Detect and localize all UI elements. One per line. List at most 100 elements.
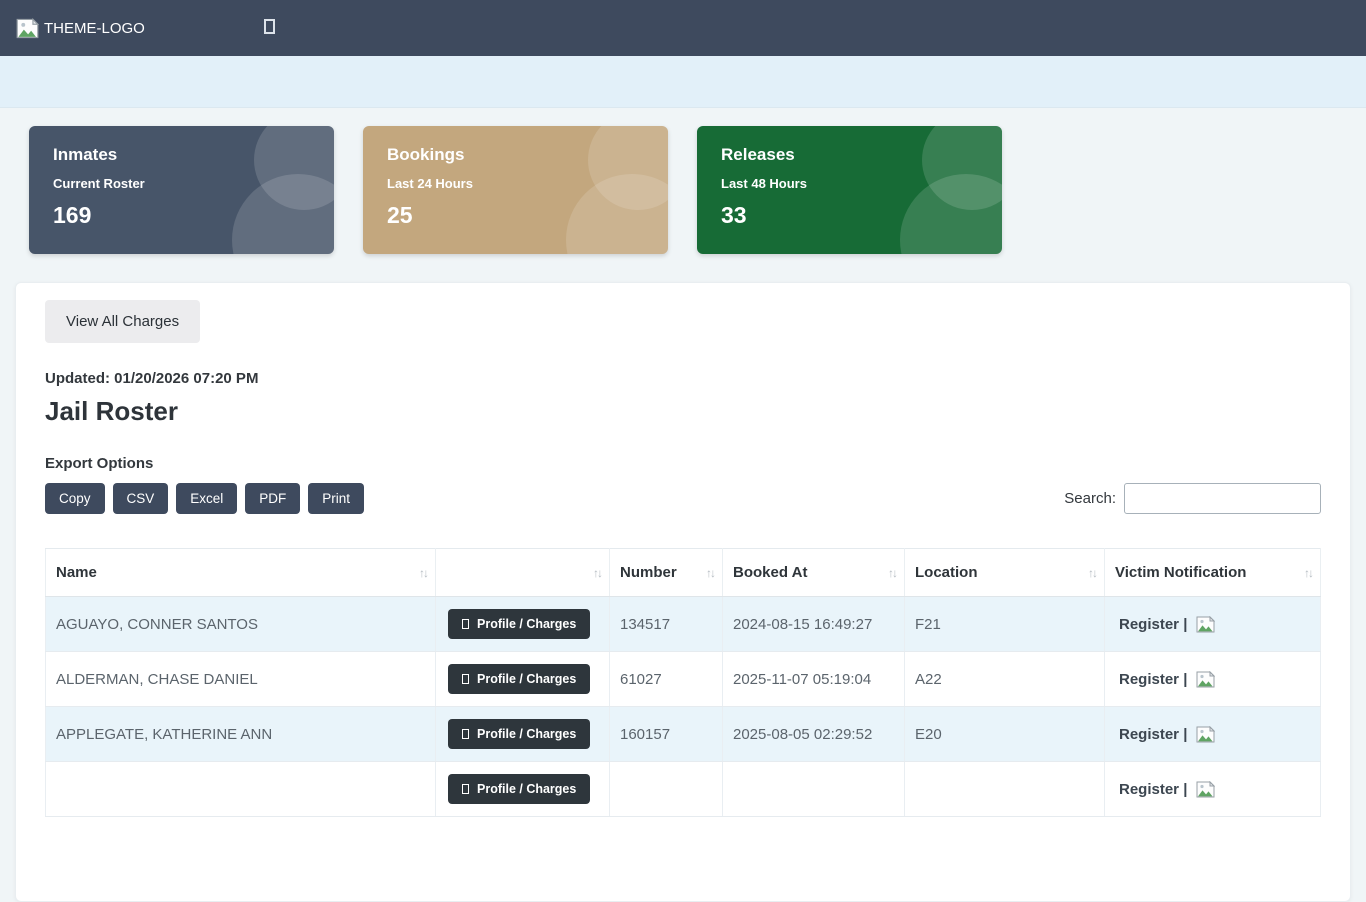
column-header-actions[interactable]: ↑↓ [435,548,610,597]
broken-image-icon [16,17,39,38]
table-row: APPLEGATE, KATHERINE ANN Profile / Charg… [45,706,1321,762]
profile-charges-button[interactable]: Profile / Charges [448,609,591,639]
broken-image-icon [1196,780,1216,797]
table-row: Profile / Charges Register | [45,761,1321,817]
stat-card-inmates: Inmates Current Roster 169 [29,126,334,254]
victim-notification-cell: Register | [1104,761,1321,817]
register-label: Register | [1119,780,1188,798]
missing-glyph-icon [462,674,469,684]
table-header-row: Name ↑↓ ↑↓ Number ↑↓ Booked At ↑↓ Location ↑… [45,548,1321,597]
sort-icon[interactable]: ↑↓ [1304,566,1314,580]
stat-card-bookings: Bookings Last 24 Hours 25 [363,126,668,254]
location-cell: A22 [904,651,1105,707]
inmate-number: 61027 [620,670,662,688]
profile-charges-button[interactable]: Profile / Charges [448,664,591,694]
sort-icon[interactable]: ↑↓ [593,566,603,580]
broken-image-icon [1196,615,1216,632]
table-controls: Copy CSV Excel PDF Print Search: [45,483,1321,514]
broken-image-icon [1196,670,1216,687]
page-title: Jail Roster [45,396,178,426]
profile-cell: Profile / Charges [435,706,610,762]
victim-notification-cell: Register | [1104,651,1321,707]
location-cell: E20 [904,706,1105,762]
profile-charges-label: Profile / Charges [477,782,577,796]
stats-row: Inmates Current Roster 169 Bookings Last… [0,108,1366,254]
export-pdf-button[interactable]: PDF [245,483,301,514]
view-all-charges-button[interactable]: View All Charges [45,300,201,343]
column-header-name[interactable]: Name ↑↓ [45,548,436,597]
column-header-location[interactable]: Location ↑↓ [904,548,1105,597]
search-label: Search: [1064,490,1116,507]
menu-toggle-icon[interactable] [264,19,275,34]
profile-cell: Profile / Charges [435,761,610,817]
register-label: Register | [1119,670,1188,688]
profile-charges-label: Profile / Charges [477,617,577,631]
inmate-number: 134517 [620,615,671,633]
location: F21 [915,615,941,633]
sort-icon[interactable]: ↑↓ [888,566,898,580]
column-header-number[interactable]: Number ↑↓ [609,548,723,597]
column-header-booked-at[interactable]: Booked At ↑↓ [722,548,905,597]
missing-glyph-icon [462,784,469,794]
roster-table: Name ↑↓ ↑↓ Number ↑↓ Booked At ↑↓ Location ↑… [45,548,1321,817]
location: E20 [915,725,942,743]
sort-icon[interactable]: ↑↓ [419,566,429,580]
missing-glyph-icon [462,619,469,629]
stat-card-releases: Releases Last 48 Hours 33 [697,126,1002,254]
register-label: Register | [1119,725,1188,743]
victim-notification-cell: Register | [1104,706,1321,762]
export-excel-button[interactable]: Excel [176,483,238,514]
top-navbar: THEME-LOGO [0,0,1366,56]
profile-charges-button[interactable]: Profile / Charges [448,719,591,749]
booked-at: 2025-11-07 05:19:04 [733,670,872,688]
victim-notification-cell: Register | [1104,596,1321,652]
table-row: ALDERMAN, CHASE DANIEL Profile / Charges… [45,651,1321,707]
register-link[interactable]: Register | [1115,780,1216,798]
profile-charges-label: Profile / Charges [477,727,577,741]
booked-at-cell: 2025-11-07 05:19:04 [722,651,905,707]
location-cell: F21 [904,596,1105,652]
broken-image-icon [1196,725,1216,742]
register-link[interactable]: Register | [1115,615,1216,633]
missing-glyph-icon [462,729,469,739]
booked-at-cell [722,761,905,817]
inmate-name-cell: APPLEGATE, KATHERINE ANN [45,706,436,762]
export-buttons-group: Copy CSV Excel PDF Print [45,483,365,514]
sort-icon[interactable]: ↑↓ [1088,566,1098,580]
register-link[interactable]: Register | [1115,670,1216,688]
export-options-label: Export Options [45,455,154,472]
location: A22 [915,670,942,688]
inmate-name: ALDERMAN, CHASE DANIEL [56,670,258,688]
roster-table-body: AGUAYO, CONNER SANTOS Profile / Charges … [45,596,1321,817]
inmate-name-cell [45,761,436,817]
inmate-number: 160157 [620,725,671,743]
register-link[interactable]: Register | [1115,725,1216,743]
export-csv-button[interactable]: CSV [112,483,169,514]
logo-link[interactable]: THEME-LOGO [16,17,145,39]
updated-timestamp: Updated: 01/20/2026 07:20 PM [45,370,259,387]
booked-at-cell: 2024-08-15 16:49:27 [722,596,905,652]
search-input[interactable] [1124,483,1321,514]
profile-cell: Profile / Charges [435,651,610,707]
inmate-name-cell: ALDERMAN, CHASE DANIEL [45,651,436,707]
location-cell [904,761,1105,817]
search-control: Search: [1064,483,1321,514]
booked-at-cell: 2025-08-05 02:29:52 [722,706,905,762]
booked-at: 2025-08-05 02:29:52 [733,725,873,743]
inmate-number-cell: 61027 [609,651,723,707]
profile-cell: Profile / Charges [435,596,610,652]
roster-panel: View All Charges Updated: 01/20/2026 07:… [15,282,1351,902]
export-copy-button[interactable]: Copy [45,483,105,514]
sub-header-banner [0,56,1366,108]
profile-charges-button[interactable]: Profile / Charges [448,774,591,804]
inmate-name-cell: AGUAYO, CONNER SANTOS [45,596,436,652]
profile-charges-label: Profile / Charges [477,672,577,686]
column-header-victim-notification[interactable]: Victim Notification ↑↓ [1104,548,1321,597]
export-print-button[interactable]: Print [308,483,365,514]
booked-at: 2024-08-15 16:49:27 [733,615,873,633]
sort-icon[interactable]: ↑↓ [706,566,716,580]
inmate-number-cell: 134517 [609,596,723,652]
register-label: Register | [1119,615,1188,633]
inmate-name: AGUAYO, CONNER SANTOS [56,615,258,633]
table-row: AGUAYO, CONNER SANTOS Profile / Charges … [45,596,1321,652]
